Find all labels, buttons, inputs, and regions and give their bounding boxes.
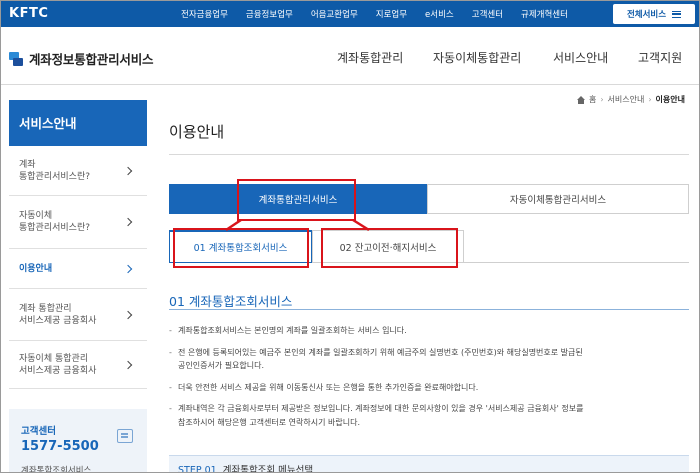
breadcrumb-separator-icon: › — [648, 95, 652, 104]
sidebar-item-label: 계좌 — [19, 159, 36, 170]
breadcrumb-home[interactable]: 홈 — [589, 94, 596, 105]
breadcrumb-separator-icon: › — [600, 95, 604, 104]
page-frame: KFTC 전자금융업무 금융정보업무 어음교환업무 지로업무 e서비스 고객센터… — [0, 0, 700, 473]
sidebar-item-usage-guide[interactable]: 이용안내 — [9, 249, 147, 289]
sidebar-menu: 계좌 통합관리서비스란? 자동이체 통합관리서비스란? 이용안내 계좌 통합관리… — [9, 146, 147, 389]
site-logo[interactable]: 계좌정보통합관리서비스 — [9, 49, 154, 68]
top-link-regulation-reform[interactable]: 규제개혁센터 — [521, 8, 568, 20]
breadcrumb: 홈 › 서비스안내 › 이용안내 — [576, 94, 685, 105]
highlight-box-subtab-1 — [173, 228, 309, 268]
sidebar-item-label: 자동이체 통합관리 — [19, 353, 89, 364]
top-link-bill-clearing[interactable]: 어음교환업무 — [311, 8, 358, 20]
highlight-box-tab — [237, 179, 356, 221]
list-item: 더욱 안전한 서비스 제공을 위해 이동통신사 또는 은행을 통한 추가인증을 … — [169, 381, 689, 395]
bullet-text: 계좌통합조회서비스는 본인명의 계좌를 일괄조회하는 서비스 입니다. — [178, 326, 407, 335]
chevron-right-icon — [123, 166, 133, 175]
top-link-electronic-finance[interactable]: 전자금융업무 — [181, 8, 228, 20]
list-item: 전 은행에 등록되어있는 예금주 본인의 계좌를 일괄조회하기 위해 예금주의 … — [169, 346, 689, 373]
bullet-text: 공인인증서가 필요합니다. — [178, 361, 265, 370]
top-bar: KFTC 전자금융업무 금융정보업무 어음교환업무 지로업무 e서비스 고객센터… — [1, 1, 699, 27]
breadcrumb-parent[interactable]: 서비스안내 — [608, 94, 645, 105]
section-title: 01 계좌통합조회서비스 — [169, 294, 293, 309]
bullet-text: 더욱 안전한 서비스 제공을 위해 이동통신사 또는 은행을 통한 추가인증을 … — [178, 382, 479, 392]
sidebar-item-label: 통합관리서비스란? — [19, 171, 91, 182]
sidebar-item-autopay-institutions[interactable]: 자동이체 통합관리 서비스제공 금융회사 — [9, 341, 147, 389]
top-links: 전자금융업무 금융정보업무 어음교환업무 지로업무 e서비스 고객센터 규제개혁… — [181, 1, 586, 27]
sidebar-title: 서비스안내 — [9, 100, 147, 146]
step-name: 계좌통합조회 메뉴선택 — [222, 465, 314, 473]
sidebar-item-label: 자동이체 — [19, 211, 53, 221]
bullet-text: 참조하시어 해당은행 고객센터로 연락하시기 바랍니다. — [178, 417, 360, 427]
home-icon[interactable] — [576, 95, 586, 104]
call-center-box: 고객센터 1577-5500 계좌통합조회서비스 — [9, 409, 147, 473]
tab-autopay-management-service[interactable]: 자동이체통합관리서비스 — [427, 184, 689, 214]
top-link-customer-center[interactable]: 고객센터 — [472, 8, 503, 20]
gnb-account-management[interactable]: 계좌통합관리 — [337, 49, 403, 69]
sidebar-item-account-service[interactable]: 계좌 통합관리서비스란? — [9, 146, 147, 196]
all-services-button[interactable]: 전체서비스 — [613, 4, 695, 24]
sidebar-item-label: 서비스제공 금융회사 — [19, 365, 97, 376]
breadcrumb-current: 이용안내 — [655, 95, 685, 104]
title-divider — [169, 154, 689, 155]
guide-bullet-list: 계좌통합조회서비스는 본인명의 계좌를 일괄조회하는 서비스 입니다. 전 은행… — [169, 324, 689, 437]
gnb-autopay-management[interactable]: 자동이체통합관리 — [433, 49, 521, 69]
chevron-right-icon — [123, 360, 133, 369]
site-header: 계좌정보통합관리서비스 계좌통합관리 자동이체통합관리 서비스안내 고객지원 — [1, 27, 699, 85]
top-link-financial-info[interactable]: 금융정보업무 — [246, 8, 293, 20]
bullet-text: 계좌내역은 각 금융회사로부터 제공받은 정보입니다. 계좌정보에 대한 문의사… — [178, 404, 584, 413]
sidebar-item-account-institutions[interactable]: 계좌 통합관리 서비스제공 금융회사 — [9, 289, 147, 341]
sidebar-item-autopay-service[interactable]: 자동이체 통합관리서비스란? — [9, 196, 147, 249]
gnb-customer-support[interactable]: 고객지원 — [638, 49, 682, 69]
all-services-label: 전체서비스 — [626, 10, 667, 20]
section-divider — [169, 309, 689, 310]
calculator-icon — [117, 429, 133, 443]
call-center-sub: 계좌통합조회서비스 — [21, 466, 92, 473]
chevron-right-icon — [123, 217, 133, 227]
sidebar-item-label: 계좌 통합관리 — [19, 303, 72, 314]
gnb-service-guide[interactable]: 서비스안내 — [553, 49, 608, 69]
page-title: 이용안내 — [169, 123, 225, 141]
top-link-giro[interactable]: 지로업무 — [376, 8, 407, 20]
sidebar-item-label: 통합관리서비스란? — [19, 223, 91, 233]
hamburger-menu-icon — [672, 10, 682, 18]
highlight-box-subtab-2 — [321, 228, 458, 268]
step-box: STEP 01 계좌통합조회 메뉴선택 — [169, 455, 689, 473]
sidebar-item-label: 이용안내 — [19, 263, 53, 274]
kftc-logo[interactable]: KFTC — [9, 6, 48, 21]
subtab-baseline — [464, 262, 689, 263]
top-link-e-service[interactable]: e서비스 — [425, 8, 454, 20]
chevron-right-icon — [123, 310, 133, 319]
step-label: STEP 01 — [178, 465, 217, 473]
logo-mark-icon — [9, 51, 23, 66]
sidebar-item-label: 서비스제공 금융회사 — [19, 315, 97, 326]
site-logo-text: 계좌정보통합관리서비스 — [29, 52, 154, 67]
chevron-right-icon — [123, 264, 133, 273]
list-item: 계좌내역은 각 금융회사로부터 제공받은 정보입니다. 계좌정보에 대한 문의사… — [169, 402, 689, 429]
bullet-text: 전 은행에 등록되어있는 예금주 본인의 계좌를 일괄조회하기 위해 예금주의 … — [178, 347, 583, 357]
list-item: 계좌통합조회서비스는 본인명의 계좌를 일괄조회하는 서비스 입니다. — [169, 324, 689, 338]
